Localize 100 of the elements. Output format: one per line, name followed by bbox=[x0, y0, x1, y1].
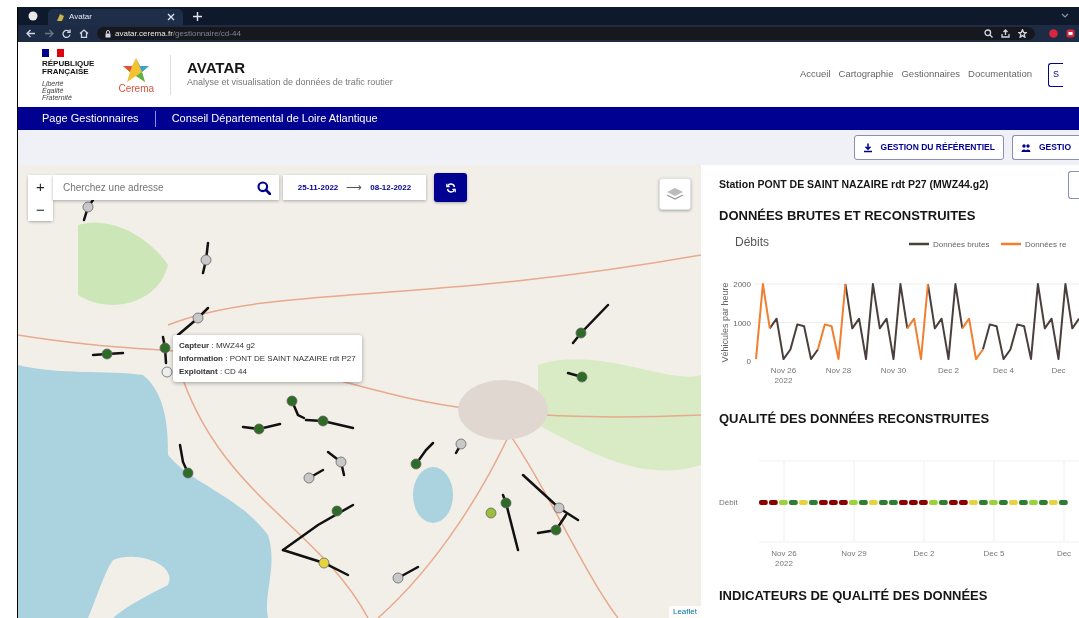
tooltip-text: Information : PONT DE SAINT NAZAIRE rdt P27 bbox=[179, 353, 356, 365]
sensor-marker[interactable] bbox=[159, 342, 171, 354]
legend-item[interactable]: Données re bbox=[1001, 240, 1067, 249]
sensor-road-drawing[interactable] bbox=[571, 303, 610, 345]
sensor-marker[interactable] bbox=[200, 254, 212, 266]
legend-label: Données brutes bbox=[933, 240, 990, 249]
row-label: Débit bbox=[719, 498, 738, 507]
sensor-road-drawing[interactable] bbox=[500, 493, 520, 552]
sensor-road-drawing[interactable] bbox=[303, 468, 325, 484]
forward-arrow-icon[interactable] bbox=[44, 29, 54, 38]
zoom-icon[interactable] bbox=[984, 29, 993, 38]
axis-tick-label: 2000 bbox=[733, 280, 751, 289]
breadcrumb-item[interactable]: Conseil Départemental de Loire Atlantique bbox=[171, 110, 378, 127]
flag-icon bbox=[42, 48, 64, 57]
sensor-marker[interactable] bbox=[410, 458, 422, 470]
toolbar-button[interactable]: GESTION DU RÉFÉRENTIEL bbox=[853, 135, 1004, 160]
axis-tick-label: 1000 bbox=[733, 318, 751, 328]
tooltip-text: Exploitant : CD 44 bbox=[179, 366, 248, 378]
nav-link[interactable]: Gestionnaires bbox=[901, 67, 961, 82]
sensor-road-drawing[interactable] bbox=[536, 513, 568, 536]
sensor-marker[interactable] bbox=[286, 395, 298, 407]
sensor-road-drawing[interactable] bbox=[566, 371, 588, 383]
refresh-button[interactable] bbox=[434, 173, 467, 202]
axis-tick-label: Nov 26 2022 bbox=[771, 549, 797, 568]
chevron-icon[interactable] bbox=[1061, 13, 1069, 19]
legend-item[interactable]: Données brutes bbox=[909, 240, 990, 249]
sensor-marker[interactable] bbox=[575, 327, 587, 339]
sensor-road-drawing[interactable] bbox=[281, 503, 355, 552]
start-date[interactable]: 25-11-2022 bbox=[297, 181, 339, 194]
sensor-road-drawing[interactable] bbox=[178, 443, 194, 479]
sensor-marker[interactable] bbox=[392, 572, 404, 584]
attribution-link[interactable]: Leaflet bbox=[668, 606, 701, 618]
browser-tab[interactable]: Avatar bbox=[48, 9, 183, 25]
extension-icon[interactable] bbox=[1066, 29, 1075, 38]
end-date[interactable]: 08-12-2022 bbox=[370, 181, 412, 194]
app-title: AVATAR bbox=[187, 59, 247, 77]
axis-tick-label: Dec 5 bbox=[983, 549, 1005, 558]
sensor-marker[interactable] bbox=[576, 371, 588, 383]
sensor-road-drawing[interactable] bbox=[159, 335, 171, 365]
back-arrow-icon[interactable] bbox=[26, 29, 36, 38]
sensor-road-drawing[interactable] bbox=[286, 395, 306, 420]
zoom-out-button[interactable]: − bbox=[28, 198, 53, 221]
panel-button[interactable] bbox=[1068, 171, 1079, 199]
sensor-road-drawing[interactable] bbox=[176, 306, 210, 337]
axis-tick-label: Dec 2 bbox=[913, 549, 935, 558]
sensor-marker[interactable] bbox=[335, 456, 347, 468]
chart-title: Débits bbox=[735, 235, 769, 249]
sensor-road-drawing[interactable] bbox=[281, 548, 350, 577]
sensor-marker[interactable] bbox=[485, 507, 497, 519]
axis-title: Véhicules par heure bbox=[720, 282, 730, 363]
axis-tick-label: 0 bbox=[746, 357, 751, 366]
sensor-marker[interactable] bbox=[455, 438, 467, 450]
sensor-marker[interactable] bbox=[331, 505, 343, 517]
reload-icon[interactable] bbox=[62, 29, 71, 38]
nav-button[interactable]: S bbox=[1048, 62, 1063, 87]
sensor-marker[interactable] bbox=[318, 557, 330, 569]
address-field[interactable]: avatar.cerema.fr/gestionnaire/cd-44 bbox=[97, 27, 1035, 40]
star-icon[interactable] bbox=[1018, 29, 1027, 38]
sensor-marker[interactable] bbox=[182, 467, 194, 479]
layers-icon bbox=[666, 187, 684, 201]
nav-link[interactable]: Documentation bbox=[968, 67, 1032, 82]
sensor-road-drawing[interactable] bbox=[410, 441, 435, 470]
zoom-in-button[interactable]: + bbox=[28, 175, 53, 198]
sensor-road-drawing[interactable] bbox=[304, 415, 355, 430]
new-tab-icon[interactable] bbox=[193, 12, 202, 21]
breadcrumb-item[interactable]: Page Gestionnaires bbox=[42, 110, 139, 127]
sensor-road-drawing[interactable] bbox=[326, 450, 347, 477]
sensor-road-drawing[interactable] bbox=[82, 198, 95, 222]
sensor-marker[interactable] bbox=[192, 312, 204, 324]
arrow-text: ⟶ bbox=[346, 180, 363, 196]
search-icon[interactable] bbox=[257, 180, 271, 195]
sensor-road-drawing[interactable] bbox=[521, 473, 580, 522]
favicon-icon bbox=[56, 12, 65, 22]
sensor-road-drawing[interactable] bbox=[200, 241, 212, 275]
share-icon[interactable] bbox=[1001, 29, 1010, 38]
section-heading: DONNÉES BRUTES ET RECONSTRUITES bbox=[719, 207, 977, 224]
search-box[interactable]: Cherchez une adresse bbox=[53, 175, 279, 200]
sensor-road-drawing[interactable] bbox=[392, 565, 420, 584]
sensor-road-drawing[interactable] bbox=[91, 348, 125, 360]
toolbar-button[interactable]: GESTIO bbox=[1011, 135, 1079, 160]
sensor-marker[interactable] bbox=[500, 497, 512, 509]
sensor-marker[interactable] bbox=[317, 415, 329, 427]
home-icon[interactable] bbox=[79, 29, 89, 38]
sensor-marker[interactable] bbox=[161, 366, 173, 378]
nav-link[interactable]: Accueil bbox=[799, 67, 831, 82]
sensor-marker[interactable] bbox=[101, 348, 113, 360]
sensor-marker[interactable] bbox=[253, 423, 265, 435]
sensor-road-drawing[interactable] bbox=[454, 438, 467, 455]
logo-text: FRANÇAISE bbox=[42, 67, 89, 76]
axis-tick-label: Nov 28 bbox=[825, 366, 852, 375]
download-icon bbox=[862, 142, 873, 153]
close-icon[interactable] bbox=[167, 13, 175, 21]
sensor-marker[interactable] bbox=[553, 502, 565, 514]
nav-link[interactable]: Cartographie bbox=[838, 67, 894, 82]
sensor-road-drawing[interactable] bbox=[241, 422, 282, 435]
sensor-marker[interactable] bbox=[82, 201, 94, 213]
sensor-marker[interactable] bbox=[303, 472, 315, 484]
sensor-marker[interactable] bbox=[550, 524, 562, 536]
profile-icon[interactable] bbox=[28, 11, 38, 21]
section-heading: QUALITÉ DES DONNÉES RECONSTRUITES bbox=[719, 410, 991, 427]
